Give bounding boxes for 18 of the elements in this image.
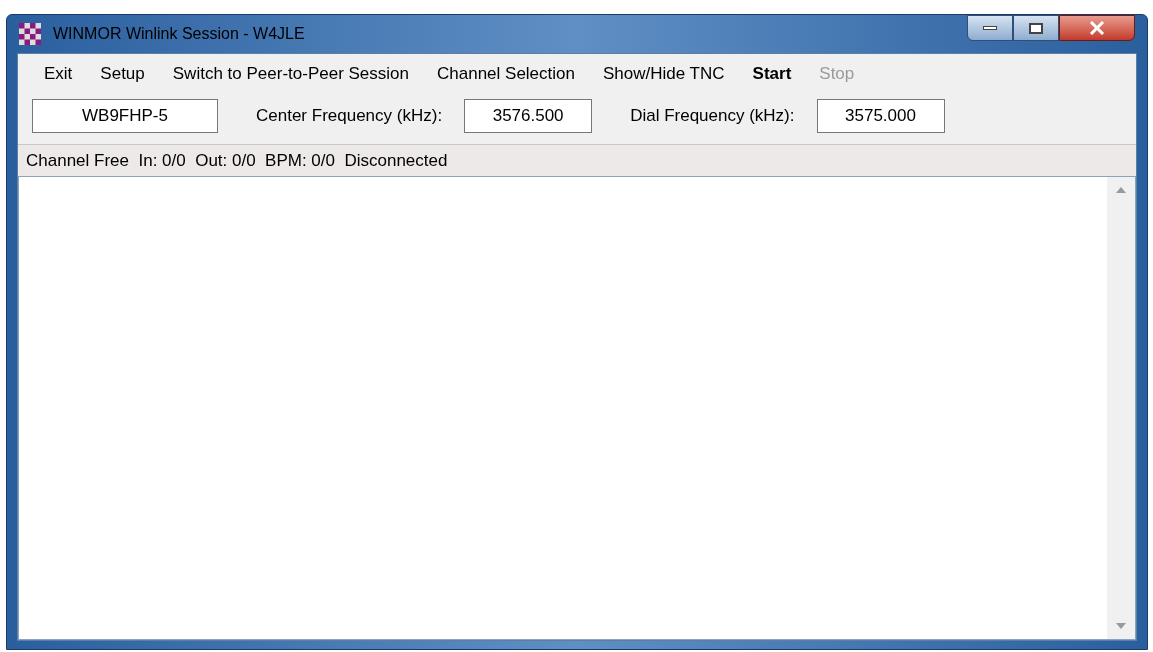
- menu-item[interactable]: Channel Selection: [425, 61, 587, 87]
- close-icon: [1089, 21, 1105, 35]
- field-label: Dial Frequency (kHz):: [630, 105, 795, 128]
- window-title: WINMOR Winlink Session - W4JLE: [53, 24, 305, 44]
- status-text: Channel Free In: 0/0 Out: 0/0 BPM: 0/0 Disconnected: [26, 149, 448, 172]
- callsign-field[interactable]: WB9FHP-5: [32, 99, 218, 133]
- frequency-field[interactable]: 3576.500: [464, 99, 593, 133]
- menu-item[interactable]: Switch to Peer-to-Peer Session: [160, 61, 421, 87]
- frequency-field[interactable]: 3575.000: [816, 99, 945, 133]
- menu-item[interactable]: Setup: [88, 61, 157, 87]
- close-button[interactable]: [1059, 15, 1135, 41]
- menu-item[interactable]: Start: [740, 61, 804, 87]
- minimize-button[interactable]: [967, 15, 1013, 41]
- field-label: Center Frequency (kHz):: [256, 105, 443, 128]
- menu-item[interactable]: Exit: [32, 61, 85, 87]
- menu-item[interactable]: Show/Hide TNC: [591, 61, 737, 87]
- maximize-button[interactable]: [1013, 15, 1059, 41]
- app-icon: [19, 23, 41, 45]
